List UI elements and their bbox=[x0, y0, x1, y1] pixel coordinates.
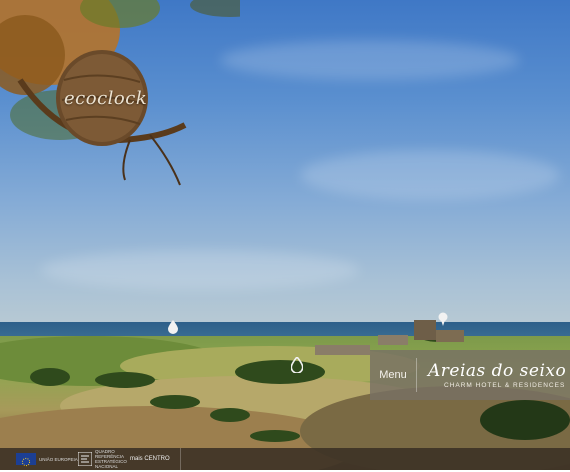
footer-bar: UNIÃO EUROPEIA QUADRO REFERÊNCIA ESTRATÉ… bbox=[0, 448, 570, 470]
resort-building bbox=[414, 320, 436, 340]
tree-cluster bbox=[480, 400, 570, 440]
divider bbox=[180, 448, 181, 470]
hotel-logo-title[interactable]: Areias do seixo bbox=[428, 361, 566, 381]
qren-icon bbox=[78, 452, 92, 466]
resort-building bbox=[315, 345, 370, 355]
divider bbox=[416, 358, 417, 392]
eu-flag-logo: UNIÃO EUROPEIA bbox=[16, 452, 78, 467]
qren-logo: QUADRO REFERÊNCIA ESTRATÉGICO NACIONAL bbox=[78, 449, 127, 469]
tree-cluster bbox=[95, 372, 155, 388]
eu-flag-icon bbox=[16, 453, 36, 467]
qren-text: QUADRO REFERÊNCIA ESTRATÉGICO NACIONAL bbox=[95, 449, 127, 469]
hotel-logo-tagline: CHARM HOTEL & RESIDENCES bbox=[444, 382, 566, 389]
resort-building bbox=[436, 330, 464, 342]
tree-cluster bbox=[250, 430, 300, 442]
map-pin-icon[interactable] bbox=[291, 357, 303, 373]
tree-cluster bbox=[150, 395, 200, 409]
ecoclock-label: ecoclock bbox=[64, 88, 148, 109]
tree-cluster bbox=[235, 360, 325, 384]
menu-panel: Menu Areias do seixo CHARM HOTEL & RESID… bbox=[370, 350, 570, 400]
tree-cluster bbox=[210, 408, 250, 422]
location-pin-icon[interactable] bbox=[438, 312, 448, 326]
mais-centro-text: mais CENTRO bbox=[130, 456, 170, 462]
resort-building bbox=[378, 335, 408, 345]
menu-button[interactable]: Menu bbox=[370, 350, 416, 400]
ecoclock-widget[interactable]: ecoclock bbox=[0, 0, 270, 190]
map-pin-icon[interactable] bbox=[168, 320, 178, 334]
mais-centro-logo: mais CENTRO bbox=[130, 452, 170, 466]
eu-text: UNIÃO EUROPEIA bbox=[39, 456, 78, 462]
cloud bbox=[220, 40, 520, 80]
cloud bbox=[40, 250, 360, 290]
cloud bbox=[300, 150, 560, 200]
tree-cluster bbox=[30, 368, 70, 386]
